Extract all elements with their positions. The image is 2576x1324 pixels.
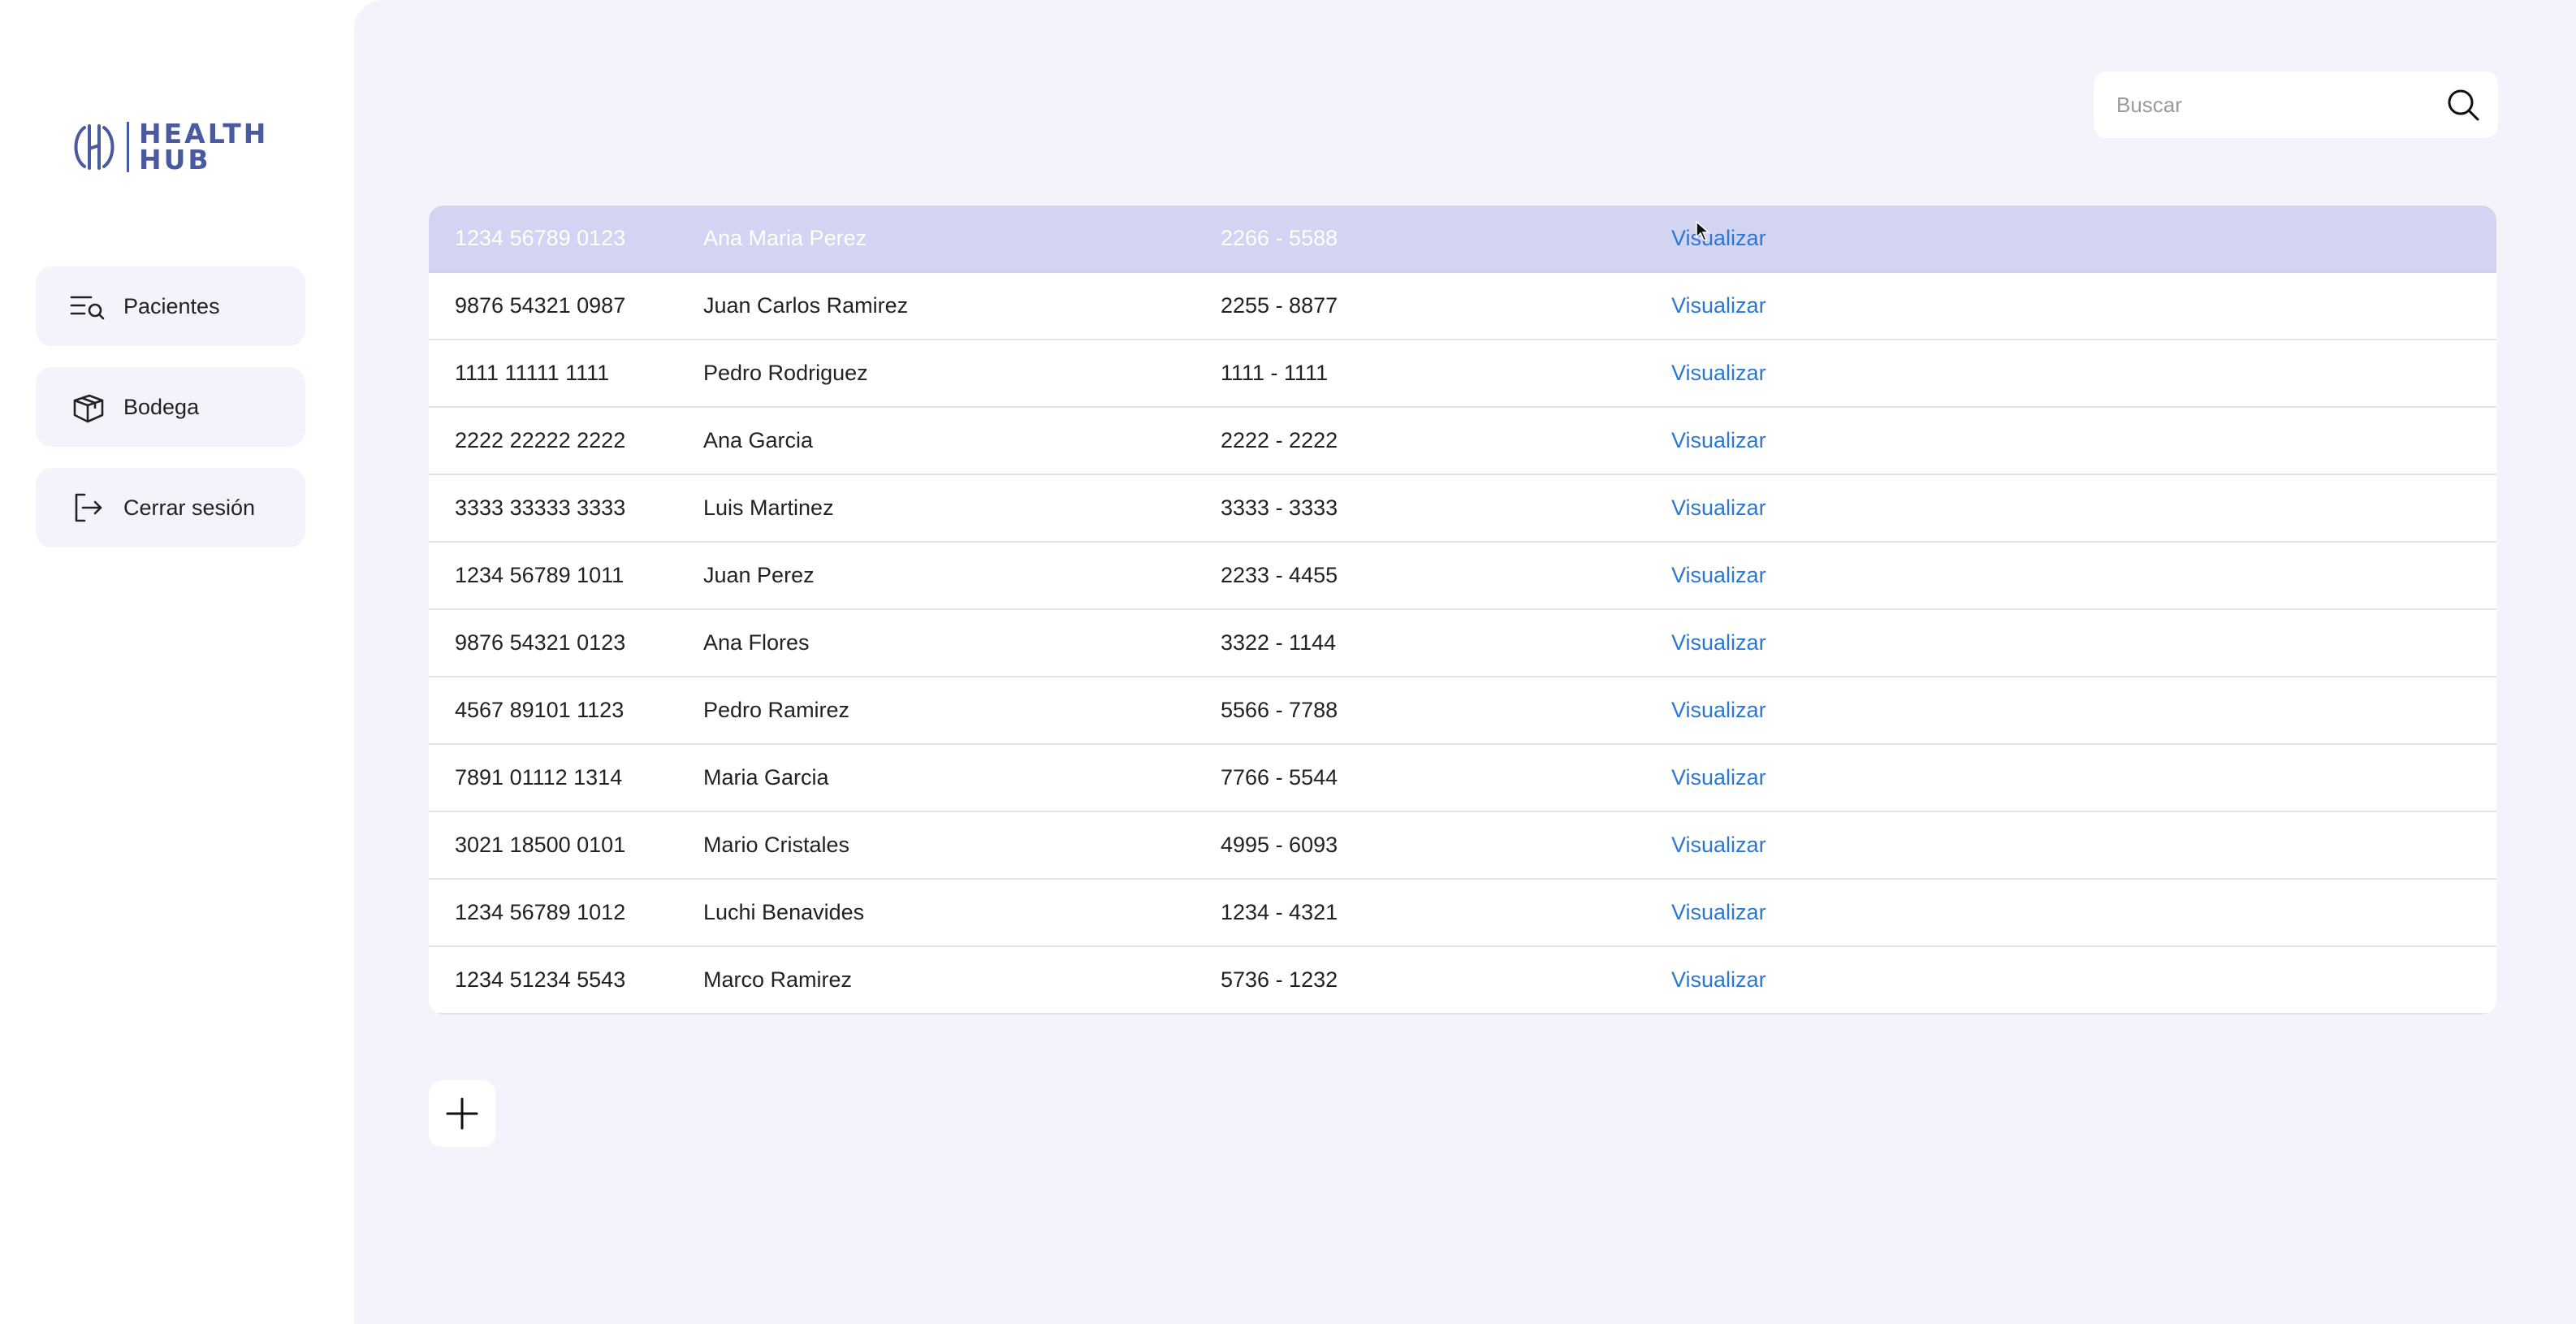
view-patient-link[interactable]: Visualizar [1671,833,1766,858]
patient-name: Juan Perez [703,563,815,587]
patient-name: Juan Carlos Ramirez [703,293,909,318]
patient-id: 1234 56789 0123 [455,226,626,250]
patients-search-icon [70,288,106,324]
view-patient-link[interactable]: Visualizar [1671,428,1766,453]
view-patient-link[interactable]: Visualizar [1671,765,1766,790]
patient-id: 3021 18500 0101 [455,833,626,857]
table-row[interactable]: 3021 18500 0101 Mario Cristales 4995 - 6… [429,812,2496,880]
sidebar-item-cerrar-sesion[interactable]: Cerrar sesión [36,468,305,547]
patient-name: Luchi Benavides [703,900,865,924]
patient-phone: 3333 - 3333 [1221,495,1338,520]
view-patient-link[interactable]: Visualizar [1671,293,1766,318]
patient-id: 1234 56789 1012 [455,900,626,924]
table-row[interactable]: 1234 51234 5543 Marco Ramirez 5736 - 123… [429,947,2496,1015]
patient-name: Pedro Rodriguez [703,361,868,385]
table-row[interactable]: 2222 22222 2222 Ana Garcia 2222 - 2222 V… [429,408,2496,475]
sidebar-item-bodega[interactable]: Bodega [36,367,305,447]
sidebar-item-label: Cerrar sesión [123,495,256,520]
view-patient-link[interactable]: Visualizar [1671,495,1766,521]
search-icon[interactable] [2444,86,2482,123]
view-patient-link[interactable]: Visualizar [1671,630,1766,656]
view-patient-link[interactable]: Visualizar [1671,226,1766,251]
patient-id: 1234 51234 5543 [455,967,626,992]
table-row[interactable]: 1234 56789 0123 Ana Maria Perez 2266 - 5… [429,206,2496,273]
logo-text: HEALTH HUB [139,120,268,175]
patient-id: 1234 56789 1011 [455,563,625,587]
patient-id: 1111 11111 1111 [455,361,610,385]
patient-phone: 2255 - 8877 [1221,293,1338,318]
patient-phone: 1234 - 4321 [1221,900,1338,924]
table-row[interactable]: 1234 56789 1012 Luchi Benavides 1234 - 4… [429,880,2496,947]
patients-table: 1234 56789 0123 Ana Maria Perez 2266 - 5… [429,206,2496,1015]
patient-id: 9876 54321 0987 [455,293,626,318]
plus-icon [446,1097,478,1130]
patient-name: Ana Maria Perez [703,226,867,250]
patient-phone: 2222 - 2222 [1221,428,1338,452]
patient-phone: 5736 - 1232 [1221,967,1338,992]
sidebar-item-label: Pacientes [123,293,220,318]
table-row[interactable]: 3333 33333 3333 Luis Martinez 3333 - 333… [429,475,2496,543]
patient-name: Mario Cristales [703,833,850,857]
patient-name: Maria Garcia [703,765,829,790]
table-row[interactable]: 9876 54321 0123 Ana Flores 3322 - 1144 V… [429,610,2496,677]
patient-name: Marco Ramirez [703,967,853,992]
add-patient-button[interactable] [429,1080,495,1147]
health-hub-logo: HEALTH HUB [68,119,268,175]
logout-icon [70,490,106,526]
patient-phone: 5566 - 7788 [1221,698,1338,722]
logo-text-line2: HUB [139,144,211,175]
sidebar-item-pacientes[interactable]: Pacientes [36,266,305,346]
table-row[interactable]: 1111 11111 1111 Pedro Rodriguez 1111 - 1… [429,340,2496,408]
sidebar-item-label: Bodega [123,394,200,419]
patient-id: 7891 01112 1314 [455,765,623,790]
patient-name: Ana Flores [703,630,810,655]
box-icon [70,389,106,425]
patient-id: 9876 54321 0123 [455,630,626,655]
patient-phone: 4995 - 6093 [1221,833,1338,857]
view-patient-link[interactable]: Visualizar [1671,698,1766,723]
search-input[interactable] [2116,92,2444,118]
patient-phone: 7766 - 5544 [1221,765,1338,790]
patient-name: Luis Martinez [703,495,834,520]
view-patient-link[interactable]: Visualizar [1671,563,1766,588]
patient-phone: 1111 - 1111 [1221,361,1329,385]
table-row[interactable]: 9876 54321 0987 Juan Carlos Ramirez 2255… [429,273,2496,340]
table-row[interactable]: 7891 01112 1314 Maria Garcia 7766 - 5544… [429,745,2496,812]
patient-name: Ana Garcia [703,428,814,452]
table-row[interactable]: 1234 56789 1011 Juan Perez 2233 - 4455 V… [429,543,2496,610]
sidebar: HEALTH HUB Pacientes Bodega Cerrar sesió… [0,0,354,1324]
patient-id: 3333 33333 3333 [455,495,626,520]
search-bar [2094,71,2498,138]
patient-phone: 3322 - 1144 [1221,630,1337,655]
patient-phone: 2233 - 4455 [1221,563,1338,587]
patient-name: Pedro Ramirez [703,698,850,722]
view-patient-link[interactable]: Visualizar [1671,967,1766,993]
table-row[interactable]: 4567 89101 1123 Pedro Ramirez 5566 - 778… [429,677,2496,745]
app-root: HEALTH HUB Pacientes Bodega Cerrar sesió… [0,0,2576,1324]
view-patient-link[interactable]: Visualizar [1671,361,1766,386]
patient-id: 4567 89101 1123 [455,698,625,722]
mouse-cursor-icon [1696,221,1710,241]
patient-id: 2222 22222 2222 [455,428,626,452]
patient-phone: 2266 - 5588 [1221,226,1338,250]
logo-divider [127,122,129,172]
health-hub-logo-icon [74,124,115,170]
sidebar-nav: Pacientes Bodega Cerrar sesión [36,266,305,569]
view-patient-link[interactable]: Visualizar [1671,900,1766,925]
